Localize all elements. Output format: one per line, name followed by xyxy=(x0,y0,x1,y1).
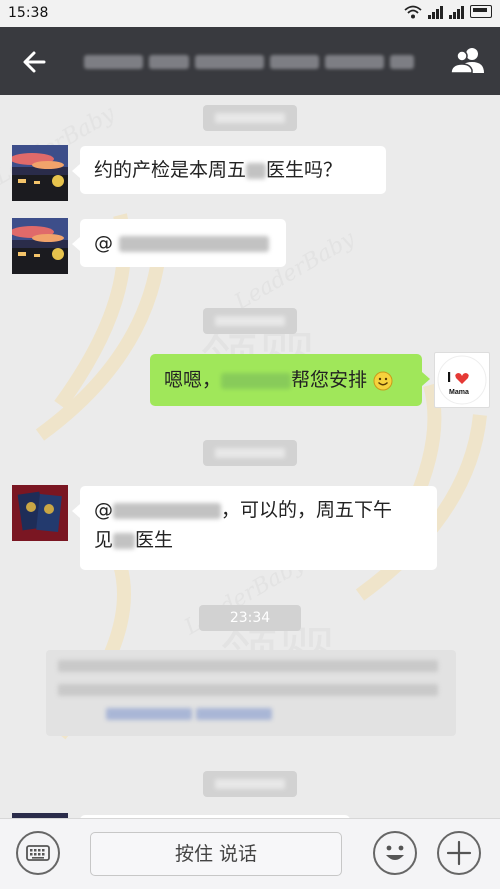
incoming-message-bubble[interactable]: @ xyxy=(72,219,286,267)
emoji-button[interactable] xyxy=(373,831,417,875)
redacted-text xyxy=(113,532,136,549)
i-love-mama-avatar: I Mama xyxy=(437,355,487,405)
message-text: 帮您安排 xyxy=(291,369,368,391)
back-arrow-icon[interactable] xyxy=(18,45,52,79)
signal-icon xyxy=(428,5,443,19)
contact-avatar[interactable] xyxy=(12,218,68,274)
smile-emoji xyxy=(373,371,393,390)
emoji-icon xyxy=(386,845,404,860)
message-timestamp xyxy=(203,440,297,466)
message-timestamp xyxy=(203,105,297,131)
redacted-link[interactable] xyxy=(196,708,272,720)
sunset-photo-avatar xyxy=(12,218,68,274)
message-timestamp xyxy=(203,308,297,334)
message-timestamp: 23:34 xyxy=(199,605,301,631)
avatar-caption: Mama xyxy=(449,389,469,396)
incoming-message-bubble[interactable]: @ ，可以的，周五下午 见医生 xyxy=(72,486,437,570)
plus-icon xyxy=(446,840,472,866)
status-bar: 15:38 xyxy=(0,0,500,27)
outgoing-message-bubble[interactable]: 嗯嗯， 帮您安排 xyxy=(150,354,430,406)
redacted-text xyxy=(221,372,292,389)
message-text: 见 xyxy=(94,529,114,551)
keyboard-toggle-button[interactable] xyxy=(16,831,60,875)
redacted-text xyxy=(58,660,438,672)
redacted-text xyxy=(58,684,438,696)
more-actions-button[interactable] xyxy=(437,831,481,875)
status-icons xyxy=(404,5,492,19)
contact-avatar[interactable] xyxy=(12,145,68,201)
system-notice-card[interactable] xyxy=(46,650,456,736)
chat-title-bar xyxy=(0,27,500,95)
mention-symbol: @ xyxy=(94,232,113,254)
hold-to-talk-button[interactable]: 按住 说话 xyxy=(90,832,342,876)
chat-title xyxy=(84,53,414,71)
message-text: 约的产检是本周五 xyxy=(94,159,247,181)
sunset-photo-avatar xyxy=(12,145,68,201)
message-text: 医生吗？ xyxy=(266,159,343,181)
group-members-icon[interactable] xyxy=(450,43,486,79)
status-time: 15:38 xyxy=(8,5,49,21)
message-text: 嗯嗯， xyxy=(164,369,222,391)
contact-avatar[interactable] xyxy=(12,485,68,541)
redacted-link[interactable] xyxy=(106,708,192,720)
my-avatar[interactable]: I Mama xyxy=(434,352,490,408)
incoming-message-bubble[interactable]: 约的产检是本周五 医生吗？ xyxy=(72,146,386,194)
passport-photo-avatar xyxy=(12,485,68,541)
redacted-text xyxy=(113,502,221,519)
message-timestamp xyxy=(203,771,297,797)
message-text: ，可以的，周五下午 xyxy=(221,499,393,521)
redacted-text xyxy=(119,235,270,252)
redacted-text xyxy=(246,162,267,179)
message-text: 医生 xyxy=(135,529,174,551)
message-composer: 按住 说话 xyxy=(0,818,500,889)
signal-icon xyxy=(449,5,464,19)
battery-icon xyxy=(470,5,492,18)
wifi-icon xyxy=(404,5,422,19)
keyboard-icon xyxy=(26,845,50,861)
mention-symbol: @ xyxy=(94,499,113,521)
chat-message-list[interactable]: 领婴 领婴 海外孕产 海外孕产 LeaderBaby LeaderBaby Le… xyxy=(0,95,500,818)
avatar-letter: I xyxy=(447,369,451,386)
